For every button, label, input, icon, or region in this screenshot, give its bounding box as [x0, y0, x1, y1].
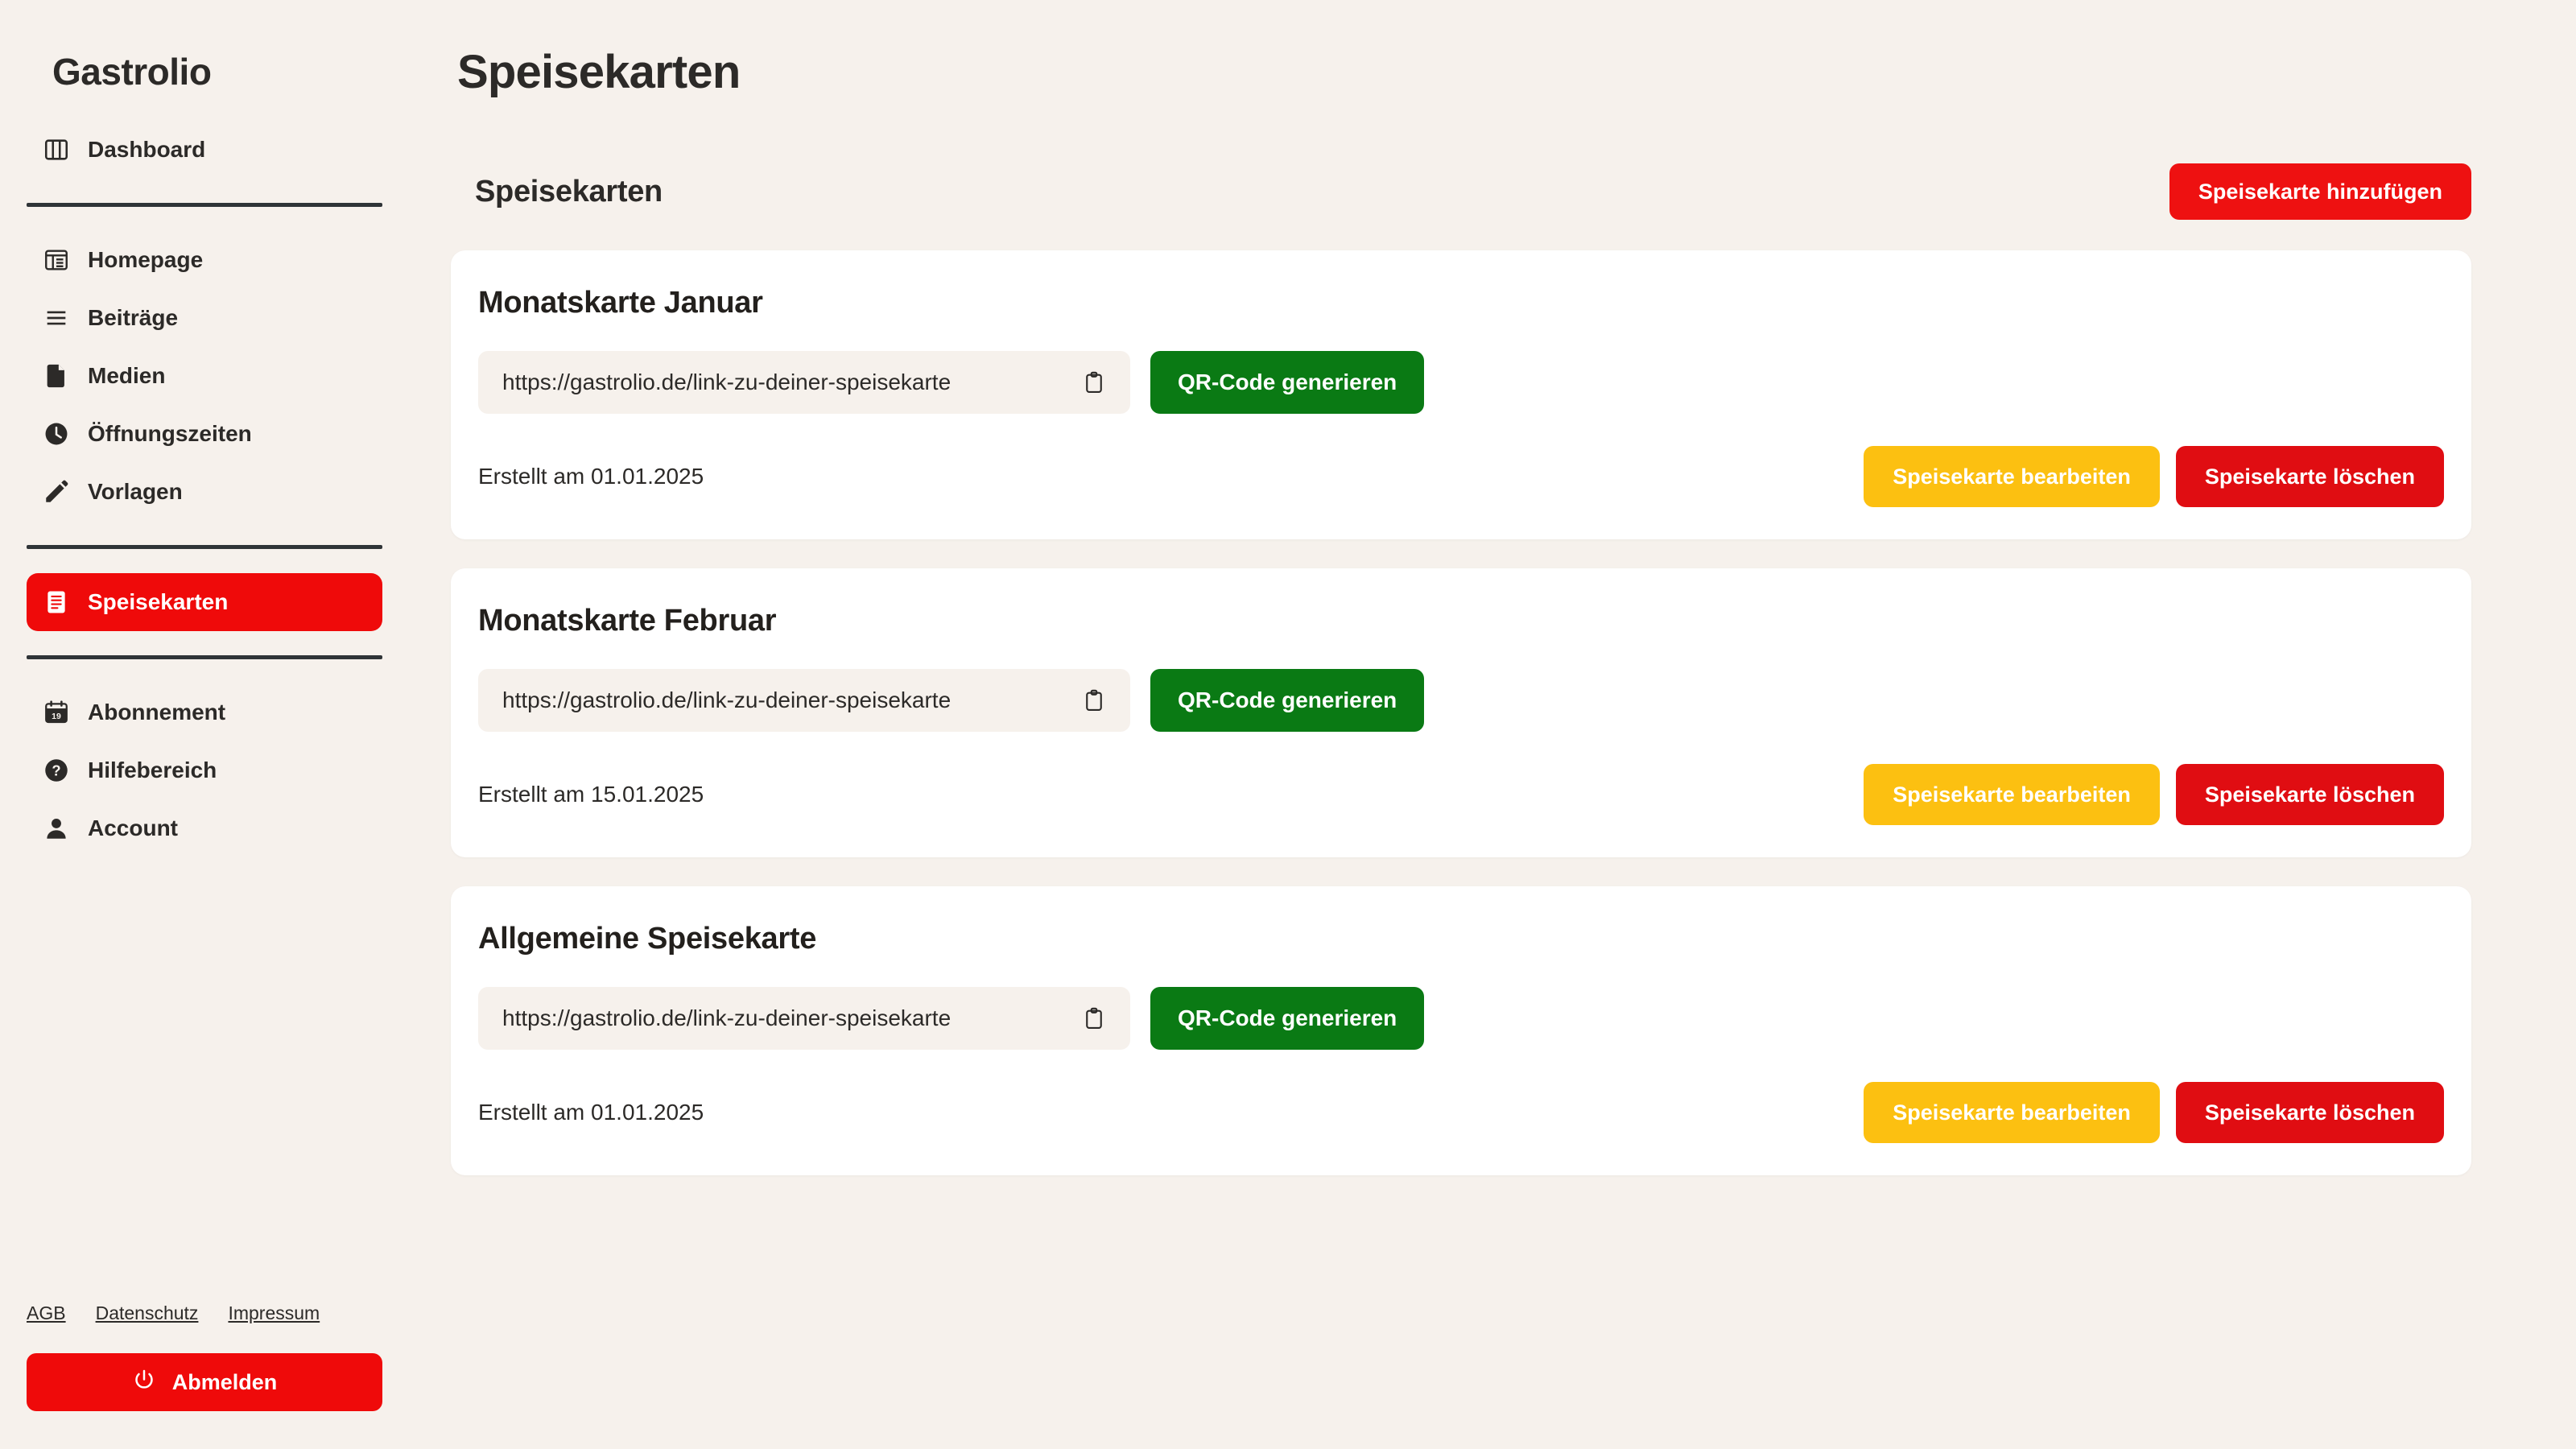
power-icon [132, 1368, 156, 1397]
sidebar-group-account: 19 Abonnement ? Hilfebereich Account [27, 683, 382, 857]
sidebar-item-homepage[interactable]: Homepage [27, 231, 382, 289]
question-circle-icon: ? [43, 757, 70, 784]
section-title: Speisekarten [475, 174, 663, 208]
sidebar-group-primary: Dashboard [27, 121, 382, 179]
link-field[interactable]: https://gastrolio.de/link-zu-deiner-spei… [478, 351, 1130, 414]
svg-text:?: ? [52, 762, 60, 779]
created-date: Erstellt am 01.01.2025 [478, 464, 704, 489]
card-actions: Speisekarte bearbeiten Speisekarte lösch… [1864, 446, 2444, 507]
link-value: https://gastrolio.de/link-zu-deiner-spei… [502, 1005, 952, 1030]
sidebar-item-label: Hilfebereich [88, 758, 217, 782]
brand-logo: Gastrolio [52, 51, 212, 93]
edit-speisekarte-button[interactable]: Speisekarte bearbeiten [1864, 446, 2160, 507]
add-speisekarte-button[interactable]: Speisekarte hinzufügen [2169, 163, 2471, 220]
file-icon [43, 362, 70, 390]
link-field[interactable]: https://gastrolio.de/link-zu-deiner-spei… [478, 669, 1130, 732]
edit-speisekarte-button[interactable]: Speisekarte bearbeiten [1864, 764, 2160, 825]
sidebar-item-vorlagen[interactable]: Vorlagen [27, 463, 382, 521]
generate-qr-button[interactable]: QR-Code generieren [1150, 987, 1425, 1050]
user-icon [43, 815, 70, 842]
generate-qr-button[interactable]: QR-Code generieren [1150, 351, 1425, 414]
layout-columns-icon [43, 136, 70, 163]
edit-speisekarte-button[interactable]: Speisekarte bearbeiten [1864, 1082, 2160, 1143]
created-date: Erstellt am 01.01.2025 [478, 1100, 704, 1125]
card-footer: Erstellt am 01.01.2025 Speisekarte bearb… [478, 1082, 2444, 1143]
speisekarte-card: Allgemeine Speisekarte https://gastrolio… [451, 886, 2471, 1175]
speisekarten-list: Monatskarte Januar https://gastrolio.de/… [451, 250, 2471, 1175]
speisekarte-card: Monatskarte Januar https://gastrolio.de/… [451, 250, 2471, 539]
sidebar-item-label: Medien [88, 363, 166, 388]
pencil-icon [43, 478, 70, 506]
created-date: Erstellt am 15.01.2025 [478, 782, 704, 807]
sidebar-group-content: Homepage Beiträge Medien Öffnungszeiten … [27, 231, 382, 521]
link-agb[interactable]: AGB [27, 1302, 66, 1324]
svg-text:19: 19 [52, 712, 61, 721]
sidebar-item-label: Öffnungszeiten [88, 421, 252, 446]
card-link-row: https://gastrolio.de/link-zu-deiner-spei… [478, 351, 2444, 414]
sidebar-item-label: Homepage [88, 247, 204, 272]
card-actions: Speisekarte bearbeiten Speisekarte lösch… [1864, 1082, 2444, 1143]
delete-speisekarte-button[interactable]: Speisekarte löschen [2175, 1082, 2444, 1143]
sidebar-item-abonnement[interactable]: 19 Abonnement [27, 683, 382, 741]
sidebar-item-medien[interactable]: Medien [27, 347, 382, 405]
delete-speisekarte-button[interactable]: Speisekarte löschen [2175, 446, 2444, 507]
card-footer: Erstellt am 15.01.2025 Speisekarte bearb… [478, 764, 2444, 825]
card-title: Allgemeine Speisekarte [478, 922, 817, 956]
sidebar-divider-3 [27, 655, 382, 659]
delete-speisekarte-button[interactable]: Speisekarte löschen [2175, 764, 2444, 825]
calendar-icon: 19 [43, 699, 70, 726]
logout-label: Abmelden [171, 1369, 278, 1394]
card-link-row: https://gastrolio.de/link-zu-deiner-spei… [478, 987, 2444, 1050]
sidebar-footer-links: AGB Datenschutz Impressum [27, 1302, 382, 1324]
homepage-icon [43, 246, 70, 274]
menu-card-icon [43, 588, 70, 616]
clipboard-icon[interactable] [1082, 370, 1106, 394]
clipboard-icon[interactable] [1082, 1006, 1106, 1030]
generate-qr-button[interactable]: QR-Code generieren [1150, 669, 1425, 732]
sidebar-item-label: Beiträge [88, 305, 179, 330]
sidebar: Gastrolio Dashboard Homepage Beiträge Me… [0, 0, 409, 1449]
sidebar-item-label: Speisekarten [88, 589, 229, 614]
card-title: Monatskarte Januar [478, 286, 763, 320]
sidebar-group-menus: Speisekarten [27, 573, 382, 631]
clipboard-icon[interactable] [1082, 688, 1106, 712]
sidebar-item-label: Account [88, 815, 178, 840]
link-impressum[interactable]: Impressum [228, 1302, 320, 1324]
sidebar-item-label: Abonnement [88, 700, 226, 724]
list-lines-icon [43, 304, 70, 332]
card-actions: Speisekarte bearbeiten Speisekarte lösch… [1864, 764, 2444, 825]
sidebar-item-speisekarten[interactable]: Speisekarten [27, 573, 382, 631]
card-footer: Erstellt am 01.01.2025 Speisekarte bearb… [478, 446, 2444, 507]
sidebar-divider-1 [27, 203, 382, 207]
card-title: Monatskarte Februar [478, 604, 777, 638]
link-value: https://gastrolio.de/link-zu-deiner-spei… [502, 369, 952, 394]
app-root: Gastrolio Dashboard Homepage Beiträge Me… [0, 0, 2576, 1449]
sidebar-item-label: Dashboard [88, 137, 206, 162]
card-link-row: https://gastrolio.de/link-zu-deiner-spei… [478, 669, 2444, 732]
link-datenschutz[interactable]: Datenschutz [96, 1302, 199, 1324]
clock-icon [43, 420, 70, 448]
sidebar-item-account[interactable]: Account [27, 799, 382, 857]
sidebar-item-dashboard[interactable]: Dashboard [27, 121, 382, 179]
page-title: Speisekarten [457, 46, 741, 98]
logout-button[interactable]: Abmelden [27, 1353, 382, 1411]
sidebar-item-label: Vorlagen [88, 479, 183, 504]
sidebar-item-beitraege[interactable]: Beiträge [27, 289, 382, 347]
link-field[interactable]: https://gastrolio.de/link-zu-deiner-spei… [478, 987, 1130, 1050]
sidebar-item-oeffnungszeiten[interactable]: Öffnungszeiten [27, 405, 382, 463]
speisekarte-card: Monatskarte Februar https://gastrolio.de… [451, 568, 2471, 857]
link-value: https://gastrolio.de/link-zu-deiner-spei… [502, 687, 952, 712]
main-content: Speisekarten Speisekarten Speisekarte hi… [409, 0, 2576, 1449]
sidebar-item-hilfebereich[interactable]: ? Hilfebereich [27, 741, 382, 799]
sidebar-divider-2 [27, 545, 382, 549]
section-header: Speisekarten Speisekarte hinzufügen [475, 163, 2471, 220]
